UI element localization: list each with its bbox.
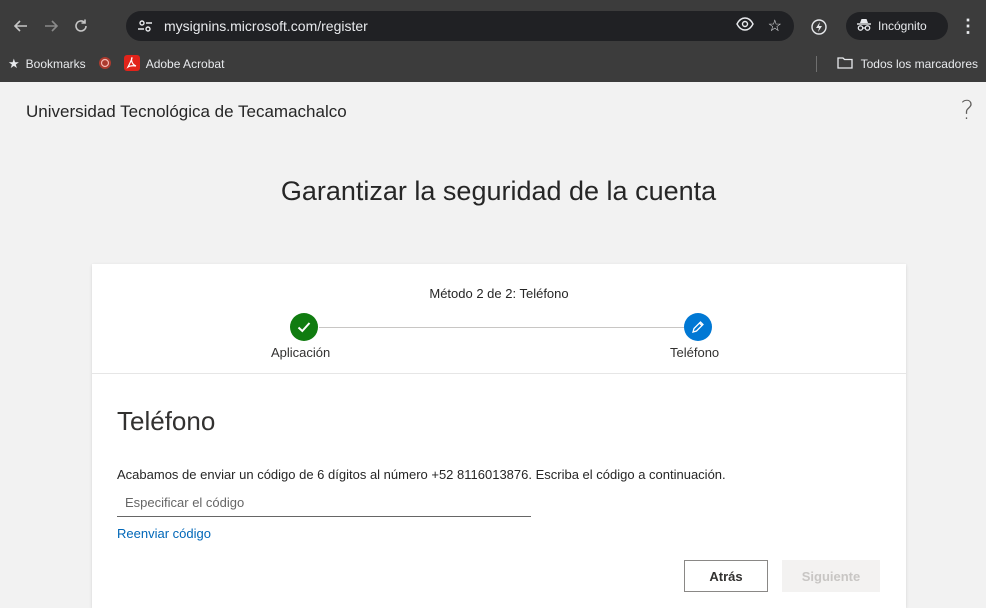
step-label-app: Aplicación (271, 345, 331, 360)
checkmark-icon (290, 313, 318, 341)
address-bar[interactable]: mysignins.microsoft.com/register ☆ (126, 11, 794, 41)
step-label-phone: Teléfono (670, 345, 720, 360)
bookmarks-divider (815, 56, 817, 72)
verification-code-input[interactable] (117, 489, 531, 517)
target-favicon-icon (98, 56, 112, 73)
pencil-icon (684, 313, 712, 341)
bookmarks-button[interactable]: ★ Bookmarks (2, 52, 92, 76)
extension-icon[interactable] (808, 16, 830, 38)
adobe-acrobat-icon (123, 54, 140, 74)
resend-code-link[interactable]: Reenviar código (117, 526, 211, 541)
browser-toolbar: mysignins.microsoft.com/register ☆ Incóg… (0, 6, 986, 46)
incognito-label: Incógnito (878, 19, 927, 33)
star-icon[interactable]: ☆ (768, 16, 782, 36)
folder-icon[interactable] (836, 56, 853, 72)
bookmark-favicon-item[interactable] (92, 52, 118, 76)
registration-card: Método 2 de 2: Teléfono Aplicación Teléf… (92, 264, 906, 608)
progress-stepper: Método 2 de 2: Teléfono Aplicación Teléf… (92, 264, 906, 374)
bookmarks-bar: ★ Bookmarks Adobe Acrobat Todos los marc… (0, 46, 986, 82)
stepper-connector (319, 327, 697, 328)
organization-name: Universidad Tecnológica de Tecamachalco (26, 102, 347, 121)
back-button[interactable]: Atrás (684, 560, 768, 592)
page-title: Garantizar la seguridad de la cuenta (280, 176, 717, 206)
forward-arrow-icon[interactable] (36, 11, 66, 41)
star-filled-icon: ★ (8, 56, 20, 71)
help-icon[interactable]: ? (960, 96, 974, 126)
instructions-text: Acabamos de enviar un código de 6 dígito… (117, 467, 726, 482)
step-counter: Método 2 de 2: Teléfono (429, 286, 569, 301)
bookmarks-label: Bookmarks (25, 57, 86, 71)
all-bookmarks-label[interactable]: Todos los marcadores (861, 57, 978, 71)
reload-icon[interactable] (66, 11, 96, 41)
bookmark-adobe-acrobat[interactable]: Adobe Acrobat (118, 52, 231, 76)
site-info-icon[interactable] (132, 13, 158, 39)
back-arrow-icon[interactable] (6, 11, 36, 41)
eye-icon[interactable] (735, 16, 754, 36)
next-button[interactable]: Siguiente (782, 560, 880, 592)
page-header: Universidad Tecnológica de Tecamachalco … (0, 82, 986, 142)
incognito-icon (856, 18, 872, 35)
adobe-acrobat-label: Adobe Acrobat (145, 57, 225, 71)
section-title: Teléfono (117, 406, 216, 436)
url-text[interactable]: mysignins.microsoft.com/register (164, 18, 368, 34)
more-menu-icon[interactable]: ⋮ (958, 14, 978, 38)
incognito-badge[interactable]: Incógnito (846, 12, 948, 40)
